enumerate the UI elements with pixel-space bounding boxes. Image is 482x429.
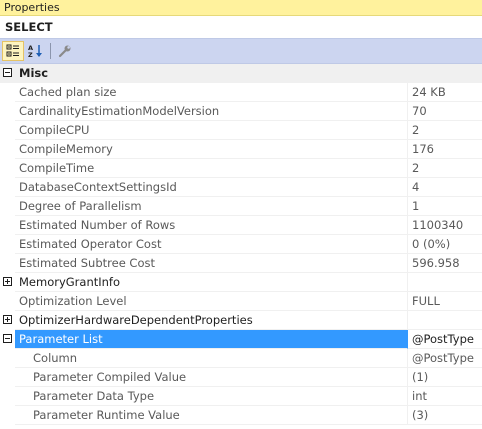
property-value[interactable]	[408, 311, 482, 330]
alphabetical-icon: A Z	[28, 44, 42, 58]
property-value[interactable]: 4	[408, 178, 482, 197]
property-value[interactable]: 596.958	[408, 254, 482, 273]
property-row[interactable]: Estimated Subtree Cost 596.958	[0, 254, 482, 273]
collapse-icon[interactable]	[3, 334, 12, 343]
property-row[interactable]: Cached plan size 24 KB	[0, 83, 482, 102]
collapse-icon[interactable]	[3, 68, 12, 77]
property-name: Degree of Parallelism	[15, 197, 408, 216]
wrench-icon	[58, 45, 71, 58]
property-name: Parameter Compiled Value	[15, 368, 408, 387]
property-name: OptimizerHardwareDependentProperties	[15, 311, 408, 330]
property-row[interactable]: CompileTime 2	[0, 159, 482, 178]
property-value[interactable]: 70	[408, 102, 482, 121]
property-name: Estimated Number of Rows	[15, 216, 408, 235]
property-row[interactable]: CompileMemory 176	[0, 140, 482, 159]
categorized-icon	[6, 44, 19, 57]
property-name: CardinalityEstimationModelVersion	[15, 102, 408, 121]
property-name: CompileCPU	[15, 121, 408, 140]
property-row[interactable]: CompileCPU 2	[0, 121, 482, 140]
object-type-label: SELECT	[0, 16, 482, 38]
property-name: Cached plan size	[15, 83, 408, 102]
property-value[interactable]: @PostType	[408, 349, 482, 368]
property-row-parameter-list[interactable]: Parameter List @PostType	[0, 330, 482, 349]
categorized-button[interactable]	[2, 41, 24, 61]
property-value[interactable]: FULL	[408, 292, 482, 311]
property-row[interactable]: DatabaseContextSettingsId 4	[0, 178, 482, 197]
property-value[interactable]: 2	[408, 121, 482, 140]
property-value[interactable]: (3)	[408, 406, 482, 425]
child-property-row[interactable]: Parameter Runtime Value (3)	[0, 406, 482, 425]
property-grid: Misc Cached plan size 24 KB CardinalityE…	[0, 64, 482, 425]
property-value[interactable]: 176	[408, 140, 482, 159]
expand-icon[interactable]	[3, 315, 12, 324]
property-name: Estimated Subtree Cost	[15, 254, 408, 273]
property-value[interactable]: (1)	[408, 368, 482, 387]
property-value[interactable]	[408, 273, 482, 292]
panel-title: Properties	[0, 0, 482, 16]
property-value[interactable]: @PostType	[408, 330, 482, 349]
toolbar-separator	[50, 43, 51, 59]
alphabetical-button[interactable]: A Z	[25, 41, 47, 61]
expand-icon[interactable]	[3, 277, 12, 286]
property-row[interactable]: Estimated Number of Rows 1100340	[0, 216, 482, 235]
property-name: Parameter List	[15, 330, 408, 349]
category-misc[interactable]: Misc	[0, 64, 482, 83]
properties-toolbar: A Z	[0, 38, 482, 64]
property-name: MemoryGrantInfo	[15, 273, 408, 292]
category-label: Misc	[19, 66, 49, 80]
child-property-row[interactable]: Column @PostType	[0, 349, 482, 368]
property-name: CompileMemory	[15, 140, 408, 159]
child-property-row[interactable]: Parameter Data Type int	[0, 387, 482, 406]
property-name: CompileTime	[15, 159, 408, 178]
property-value[interactable]: int	[408, 387, 482, 406]
svg-text:Z: Z	[28, 51, 33, 58]
property-row[interactable]: Estimated Operator Cost 0 (0%)	[0, 235, 482, 254]
property-value[interactable]: 2	[408, 159, 482, 178]
property-name: Estimated Operator Cost	[15, 235, 408, 254]
property-value[interactable]: 1100340	[408, 216, 482, 235]
property-value[interactable]: 1	[408, 197, 482, 216]
property-name: Column	[15, 349, 408, 368]
property-row-optimizerhardware[interactable]: OptimizerHardwareDependentProperties	[0, 311, 482, 330]
property-value[interactable]: 0 (0%)	[408, 235, 482, 254]
property-name: Optimization Level	[15, 292, 408, 311]
property-row[interactable]: CardinalityEstimationModelVersion 70	[0, 102, 482, 121]
property-value[interactable]: 24 KB	[408, 83, 482, 102]
property-pages-button[interactable]	[54, 41, 76, 61]
child-property-row[interactable]: Parameter Compiled Value (1)	[0, 368, 482, 387]
property-row[interactable]: Degree of Parallelism 1	[0, 197, 482, 216]
property-name: DatabaseContextSettingsId	[15, 178, 408, 197]
property-name: Parameter Data Type	[15, 387, 408, 406]
property-row-memorygrantinfo[interactable]: MemoryGrantInfo	[0, 273, 482, 292]
property-row[interactable]: Optimization Level FULL	[0, 292, 482, 311]
property-name: Parameter Runtime Value	[15, 406, 408, 425]
